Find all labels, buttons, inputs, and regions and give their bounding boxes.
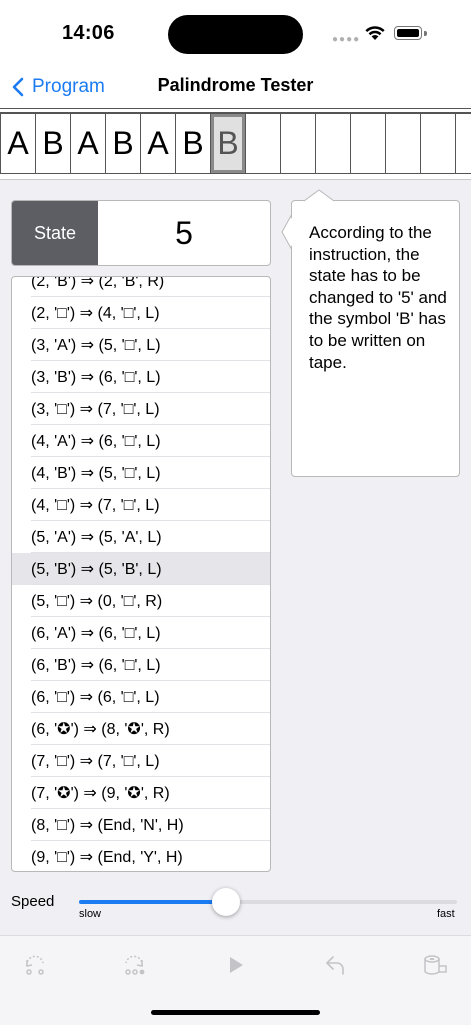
play-icon: [230, 957, 243, 973]
speed-min-label: slow: [79, 908, 102, 920]
tape-cell[interactable]: [281, 113, 316, 174]
rule-row[interactable]: (3, 'A') ⇒ (5, '□', L): [12, 329, 270, 361]
tape[interactable]: ABABABB: [0, 113, 471, 174]
speed-slider-thumb[interactable]: [212, 888, 241, 916]
rule-row[interactable]: (4, 'A') ⇒ (6, '□', L): [12, 425, 270, 457]
rule-row[interactable]: (4, '□') ⇒ (7, '□', L): [12, 489, 270, 521]
rule-row[interactable]: (3, '□') ⇒ (7, '□', L): [12, 393, 270, 425]
step-forward-icon: [125, 955, 145, 975]
tape-rule-top: [0, 108, 471, 109]
state-value: 5: [175, 214, 193, 251]
state-label: State: [12, 201, 98, 265]
status-bar: 14:06 ●●●●: [0, 0, 471, 66]
bubble-tail-fill: [285, 215, 293, 249]
reset-tape-icon: [424, 955, 447, 975]
tape-cell-head[interactable]: B: [211, 113, 246, 174]
tape-cell[interactable]: B: [106, 113, 141, 174]
speed-slider[interactable]: [79, 888, 457, 916]
dynamic-island: [168, 15, 303, 54]
tape-cell[interactable]: B: [36, 113, 71, 174]
undo-icon: [326, 956, 344, 975]
play-button[interactable]: [216, 950, 256, 980]
reset-tape-button[interactable]: [415, 950, 455, 980]
home-indicator: [151, 1010, 320, 1015]
step-back-button[interactable]: [15, 950, 55, 980]
rule-row[interactable]: (8, '□') ⇒ (End, 'N', H): [12, 809, 270, 841]
rule-row[interactable]: (2, 'B') ⇒ (2, 'B', R): [12, 277, 270, 297]
rules-list-content: (2, 'B') ⇒ (2, 'B', R) (2, '□') ⇒ (4, '□'…: [12, 277, 270, 871]
explanation-bubble: According to the instruction, the state …: [291, 200, 460, 477]
rule-row[interactable]: (5, '□') ⇒ (0, '□', R): [12, 585, 270, 617]
battery-icon: [394, 26, 422, 40]
status-time: 14:06: [62, 22, 115, 44]
cellular-signal-icon: ●●●●: [332, 34, 361, 45]
tape-cell[interactable]: B: [176, 113, 211, 174]
step-forward-button[interactable]: [115, 950, 155, 980]
rule-row[interactable]: (6, 'A') ⇒ (6, '□', L): [12, 617, 270, 649]
rule-row-selected[interactable]: (5, 'B') ⇒ (5, 'B', L): [12, 553, 270, 585]
state-display: State 5: [11, 200, 271, 266]
rules-list[interactable]: (2, 'B') ⇒ (2, 'B', R) (2, '□') ⇒ (4, '□'…: [11, 276, 271, 872]
tape-cell[interactable]: A: [71, 113, 106, 174]
rule-row[interactable]: (4, 'B') ⇒ (5, '□', L): [12, 457, 270, 489]
rule-row[interactable]: (6, 'B') ⇒ (6, '□', L): [12, 649, 270, 681]
wifi-icon: [364, 24, 386, 46]
speed-label: Speed: [11, 893, 55, 910]
tape-cell[interactable]: [316, 113, 351, 174]
tape-cell[interactable]: [386, 113, 421, 174]
page-title: Palindrome Tester: [157, 75, 314, 95]
step-back-icon: [26, 955, 44, 975]
bubble-tail-top: [304, 189, 334, 202]
speed-max-label: fast: [437, 908, 455, 920]
rule-row[interactable]: (5, 'A') ⇒ (5, 'A', L): [12, 521, 270, 553]
rule-row[interactable]: (6, '✪') ⇒ (8, '✪', R): [12, 713, 270, 745]
rule-row[interactable]: (9, '□') ⇒ (End, 'Y', H): [12, 841, 270, 871]
speed-slider-fill: [79, 900, 227, 904]
tape-cell[interactable]: A: [141, 113, 176, 174]
rule-row[interactable]: (6, '□') ⇒ (6, '□', L): [12, 681, 270, 713]
tape-cell[interactable]: A: [0, 113, 36, 174]
rule-row[interactable]: (7, '✪') ⇒ (9, '✪', R): [12, 777, 270, 809]
tape-cell[interactable]: [351, 113, 386, 174]
battery-nub: [424, 31, 427, 36]
rule-row[interactable]: (3, 'B') ⇒ (6, '□', L): [12, 361, 270, 393]
tape-cell[interactable]: [421, 113, 456, 174]
undo-button[interactable]: [315, 950, 355, 980]
rule-row[interactable]: (7, '□') ⇒ (7, '□', L): [12, 745, 270, 777]
rule-row[interactable]: (2, '□') ⇒ (4, '□', L): [12, 297, 270, 329]
navigation-bar: Program Palindrome Tester: [0, 66, 471, 108]
tape-cell[interactable]: [456, 113, 471, 174]
tape-cell[interactable]: [246, 113, 281, 174]
explanation-text: According to the instruction, the state …: [309, 223, 447, 372]
